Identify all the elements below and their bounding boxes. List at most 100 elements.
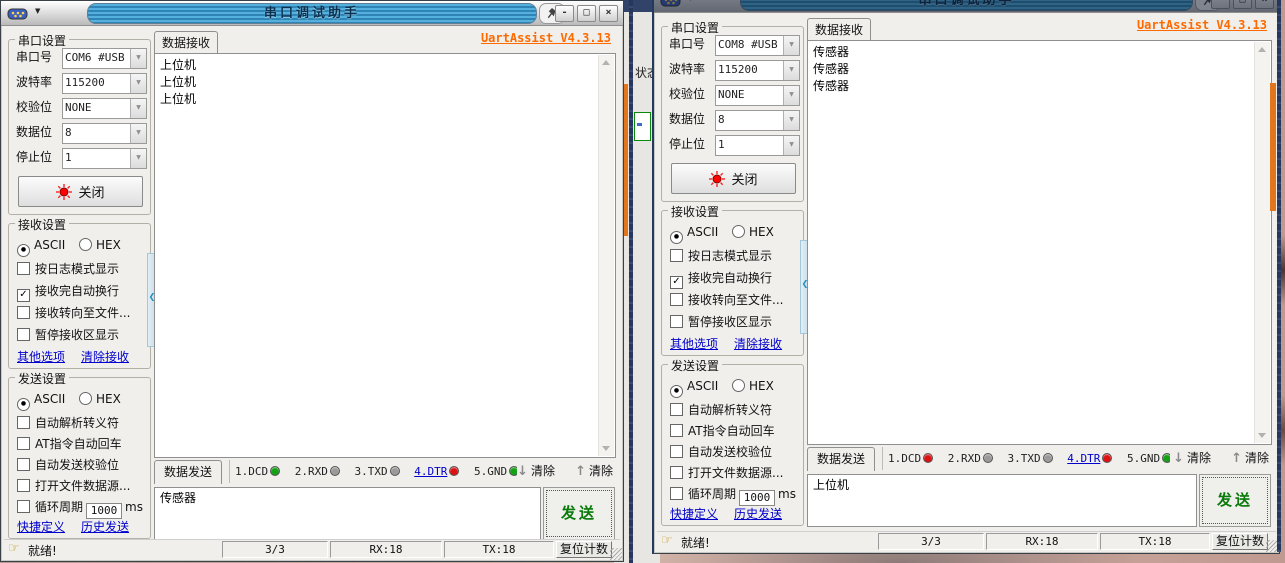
send-hex-radio[interactable]: HEX [79, 392, 121, 408]
resize-grip[interactable] [610, 548, 622, 560]
chevron-down-icon[interactable]: ▼ [130, 49, 146, 68]
chevron-down-icon[interactable]: ▼ [783, 111, 799, 130]
send-input-area[interactable]: 传感器 [154, 487, 541, 540]
app-icon[interactable] [660, 0, 682, 7]
pause-display-checkbox[interactable]: 暂停接收区显示 [670, 313, 772, 329]
history-send-link[interactable]: 历史发送 [734, 505, 782, 522]
com-port-select[interactable]: COM8 #USB▼ [715, 35, 800, 56]
chevron-down-icon[interactable]: ▼ [130, 149, 146, 168]
recv-to-file-checkbox[interactable]: 接收转向至文件... [670, 291, 783, 307]
baud-rate-select[interactable]: 115200▼ [62, 73, 147, 94]
parity-select[interactable]: NONE▼ [62, 98, 147, 119]
chevron-down-icon[interactable]: ▼ [130, 74, 146, 93]
auto-checksum-checkbox[interactable]: 自动发送校验位 [17, 456, 119, 472]
close-window-button[interactable]: × [599, 5, 618, 22]
clear-receive-button[interactable]: ↑清除 [575, 460, 613, 483]
reset-count-button[interactable]: 复位计数 [1212, 533, 1268, 550]
pause-display-checkbox[interactable]: 暂停接收区显示 [17, 326, 119, 342]
file-source-checkbox[interactable]: 打开文件数据源... [670, 464, 783, 480]
scroll-down-icon[interactable] [602, 446, 610, 451]
tab-data-receive[interactable]: 数据接收 [807, 18, 871, 41]
maximize-button[interactable]: □ [1233, 0, 1252, 9]
stop-bits-select[interactable]: 1▼ [62, 148, 147, 169]
at-auto-enter-checkbox[interactable]: AT指令自动回车 [17, 435, 122, 451]
clear-receive-button[interactable]: ↑清除 [1231, 447, 1269, 470]
app-icon[interactable] [7, 6, 29, 20]
clear-receive-link[interactable]: 清除接收 [734, 335, 782, 352]
receive-scrollbar[interactable] [598, 55, 614, 456]
chevron-down-icon[interactable]: ▼ [783, 86, 799, 105]
parity-select[interactable]: NONE▼ [715, 85, 800, 106]
menu-caret-icon[interactable]: ▼ [688, 0, 693, 2]
recv-hex-radio[interactable]: HEX [732, 225, 774, 241]
recv-ascii-radio[interactable]: ●ASCII [670, 225, 718, 241]
minimize-button[interactable]: - [1211, 0, 1230, 9]
send-ascii-radio[interactable]: ●ASCII [17, 392, 65, 408]
quick-define-link[interactable]: 快捷定义 [17, 518, 65, 535]
send-input-area[interactable]: 上位机 [807, 474, 1197, 527]
pin-dtr[interactable]: 4.DTR [414, 465, 459, 478]
send-hex-radio[interactable]: HEX [732, 379, 774, 395]
auto-checksum-checkbox[interactable]: 自动发送校验位 [670, 443, 772, 459]
pin-dtr[interactable]: 4.DTR [1067, 452, 1112, 465]
receive-area[interactable]: 上位机 上位机 上位机 [154, 53, 616, 458]
version-link[interactable]: UartAssist V4.3.13 [481, 31, 611, 45]
auto-newline-checkbox[interactable]: ✓接收完自动换行 [17, 282, 119, 298]
data-bits-select[interactable]: 8▼ [715, 110, 800, 131]
tab-data-send[interactable]: 数据发送 [154, 460, 222, 484]
tab-data-send[interactable]: 数据发送 [807, 447, 875, 471]
ready-hand-icon: ☞ [8, 541, 20, 556]
minimize-button[interactable]: - [555, 5, 574, 22]
history-send-link[interactable]: 历史发送 [81, 518, 129, 535]
stop-bits-select[interactable]: 1▼ [715, 135, 800, 156]
at-auto-enter-checkbox[interactable]: AT指令自动回车 [670, 422, 775, 438]
auto-escape-checkbox[interactable]: 自动解析转义符 [670, 401, 772, 417]
loop-period-checkbox[interactable]: 循环周期1000ms [17, 498, 143, 514]
chevron-down-icon[interactable]: ▼ [783, 136, 799, 155]
recv-ascii-radio[interactable]: ●ASCII [17, 238, 65, 254]
send-count-panel: 3/3 [878, 533, 984, 550]
scroll-up-icon[interactable] [1258, 47, 1266, 52]
maximize-button[interactable]: □ [577, 5, 596, 22]
send-button[interactable]: 发送 [1199, 474, 1271, 527]
close-window-button[interactable]: × [1255, 0, 1274, 9]
receive-scrollbar[interactable] [1254, 42, 1270, 443]
recv-to-file-checkbox[interactable]: 接收转向至文件... [17, 304, 130, 320]
scroll-down-icon[interactable] [1258, 433, 1266, 438]
clear-send-button[interactable]: ↓清除 [517, 460, 555, 483]
auto-escape-checkbox[interactable]: 自动解析转义符 [17, 414, 119, 430]
receive-area[interactable]: 传感器 传感器 传感器 [807, 40, 1272, 445]
other-options-link[interactable]: 其他选项 [17, 348, 65, 365]
chevron-down-icon[interactable]: ▼ [783, 36, 799, 55]
chevron-down-icon[interactable]: ▼ [130, 124, 146, 143]
data-bits-select[interactable]: 8▼ [62, 123, 147, 144]
clear-receive-link[interactable]: 清除接收 [81, 348, 129, 365]
com-port-select[interactable]: COM6 #USB▼ [62, 48, 147, 69]
baud-rate-select[interactable]: 115200▼ [715, 60, 800, 81]
titlebar[interactable]: ▼ 串口调试助手 - □ × [654, 0, 1279, 13]
loop-period-input[interactable]: 1000 [739, 490, 775, 506]
loop-period-input[interactable]: 1000 [86, 503, 122, 519]
chevron-down-icon[interactable]: ▼ [783, 61, 799, 80]
send-ascii-radio[interactable]: ●ASCII [670, 379, 718, 395]
log-mode-checkbox[interactable]: 按日志模式显示 [17, 260, 119, 276]
version-link[interactable]: UartAssist V4.3.13 [1137, 18, 1267, 32]
file-source-checkbox[interactable]: 打开文件数据源... [17, 477, 130, 493]
send-button[interactable]: 发送 [543, 487, 615, 540]
reset-count-button[interactable]: 复位计数 [556, 541, 612, 558]
close-port-button[interactable]: 关闭 [18, 176, 143, 207]
clear-send-button[interactable]: ↓清除 [1173, 447, 1211, 470]
log-mode-checkbox[interactable]: 按日志模式显示 [670, 247, 772, 263]
tx-count-panel: TX:18 [444, 541, 554, 558]
close-port-button[interactable]: 关闭 [671, 163, 796, 194]
tab-data-receive[interactable]: 数据接收 [154, 31, 218, 54]
other-options-link[interactable]: 其他选项 [670, 335, 718, 352]
auto-newline-checkbox[interactable]: ✓接收完自动换行 [670, 269, 772, 285]
loop-period-checkbox[interactable]: 循环周期1000ms [670, 485, 796, 501]
menu-caret-icon[interactable]: ▼ [35, 7, 40, 15]
recv-hex-radio[interactable]: HEX [79, 238, 121, 254]
titlebar[interactable]: ▼ 串口调试助手 - □ × [1, 1, 623, 26]
chevron-down-icon[interactable]: ▼ [130, 99, 146, 118]
quick-define-link[interactable]: 快捷定义 [670, 505, 718, 522]
scroll-up-icon[interactable] [602, 60, 610, 65]
